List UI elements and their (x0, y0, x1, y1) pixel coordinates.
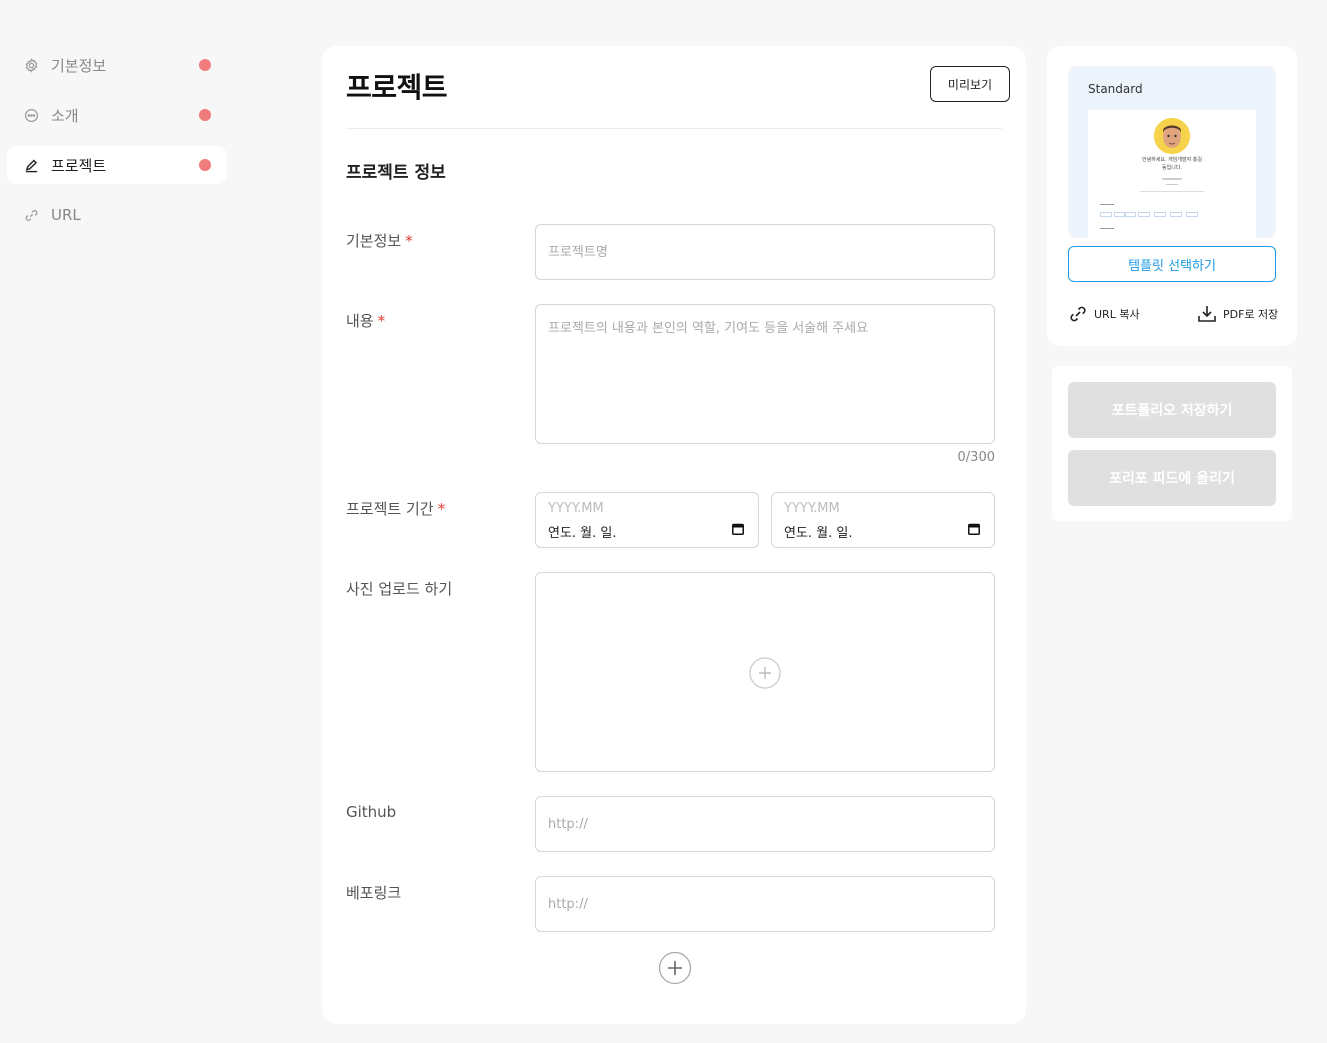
template-card: Standard 안녕하세요. 게임개발자 홍길동입니다. 템플릿 선택하기 U… (1047, 46, 1297, 346)
incomplete-dot (199, 159, 211, 171)
incomplete-dot (199, 59, 211, 71)
pencil-icon (23, 157, 39, 173)
template-greeting: 안녕하세요. 게임개발자 홍길동입니다. (1142, 157, 1202, 171)
select-template-button[interactable]: 템플릿 선택하기 (1068, 246, 1276, 282)
sidebar-item-label: URL (51, 206, 81, 224)
save-pdf-button[interactable]: PDF로 저장 (1197, 304, 1278, 324)
template-skill-chip (1138, 212, 1150, 217)
date-value: 연도. 월. 일. (784, 526, 853, 541)
action-card: 포트폴리오 저장하기 포리포 피드에 올리기 (1052, 366, 1292, 521)
section-title: 프로젝트 정보 (346, 163, 446, 183)
sidebar-item-url[interactable]: URL (7, 196, 227, 234)
preview-button[interactable]: 미리보기 (930, 66, 1010, 102)
template-skill-chip (1154, 212, 1166, 217)
calendar-icon[interactable] (732, 523, 744, 535)
sidebar-item-label: 프로젝트 (51, 156, 107, 175)
template-text-line (1100, 228, 1114, 229)
template-thumbnail: 안녕하세요. 게임개발자 홍길동입니다. (1088, 110, 1256, 238)
field-label-photo: 사진 업로드 하기 (346, 580, 453, 598)
template-text-line (1140, 191, 1204, 192)
link-icon (1070, 306, 1086, 322)
template-text-line (1162, 178, 1182, 180)
template-text-line (1100, 204, 1114, 205)
project-form-card: 프로젝트 미리보기 프로젝트 정보 기본정보* 내용* 0/300 프로젝트 기… (322, 46, 1026, 1024)
divider (346, 128, 1002, 129)
template-text-line (1166, 184, 1178, 185)
chat-icon (23, 107, 39, 123)
deploy-url-input[interactable] (535, 876, 995, 932)
sidebar-item-label: 기본정보 (51, 56, 107, 75)
template-skill-chip (1186, 212, 1198, 217)
template-skill-chip (1100, 212, 1112, 217)
photo-upload-area[interactable] (535, 572, 995, 772)
sidebar-item-basic-info[interactable]: 기본정보 (7, 46, 227, 84)
template-preview[interactable]: Standard 안녕하세요. 게임개발자 홍길동입니다. (1068, 66, 1276, 238)
required-mark: * (437, 500, 446, 518)
copy-url-button[interactable]: URL 복사 (1068, 304, 1140, 324)
sidebar: 기본정보 소개 프로젝트 URL (7, 46, 227, 246)
field-label-deploy: 베포링크 (346, 884, 402, 902)
field-label-period: 프로젝트 기간 * (346, 500, 446, 518)
avatar (1154, 118, 1190, 154)
calendar-icon[interactable] (968, 523, 980, 535)
template-skill-chip (1170, 212, 1182, 217)
required-mark: * (377, 312, 386, 330)
field-label-content: 내용 * (346, 312, 386, 330)
link-icon (23, 207, 39, 223)
github-url-input[interactable] (535, 796, 995, 852)
page-title: 프로젝트 (346, 71, 448, 104)
sidebar-item-intro[interactable]: 소개 (7, 96, 227, 134)
character-counter: 0/300 (957, 450, 995, 465)
template-skill-chip (1124, 212, 1136, 217)
field-label-basic: 기본정보 * (346, 232, 413, 250)
gear-icon (23, 57, 39, 73)
end-date-input[interactable]: YYYY.MM 연도. 월. 일. (771, 492, 995, 548)
post-feed-button[interactable]: 포리포 피드에 올리기 (1068, 450, 1276, 506)
save-pdf-label: PDF로 저장 (1223, 308, 1279, 321)
required-mark: * (405, 232, 413, 250)
sidebar-item-label: 소개 (51, 106, 79, 125)
save-portfolio-button[interactable]: 포트폴리오 저장하기 (1068, 382, 1276, 438)
download-icon (1198, 306, 1216, 322)
start-date-input[interactable]: YYYY.MM 연도. 월. 일. (535, 492, 759, 548)
template-name: Standard (1088, 82, 1143, 96)
plus-circle-icon (749, 657, 781, 689)
project-name-input[interactable] (535, 224, 995, 280)
sidebar-item-project[interactable]: 프로젝트 (7, 146, 227, 184)
date-placeholder: YYYY.MM (548, 501, 604, 516)
date-value: 연도. 월. 일. (548, 526, 617, 541)
project-content-textarea[interactable] (535, 304, 995, 444)
incomplete-dot (199, 109, 211, 121)
add-project-button[interactable] (658, 951, 692, 985)
date-placeholder: YYYY.MM (784, 501, 840, 516)
copy-url-label: URL 복사 (1094, 308, 1140, 321)
field-label-github: Github (346, 803, 397, 821)
